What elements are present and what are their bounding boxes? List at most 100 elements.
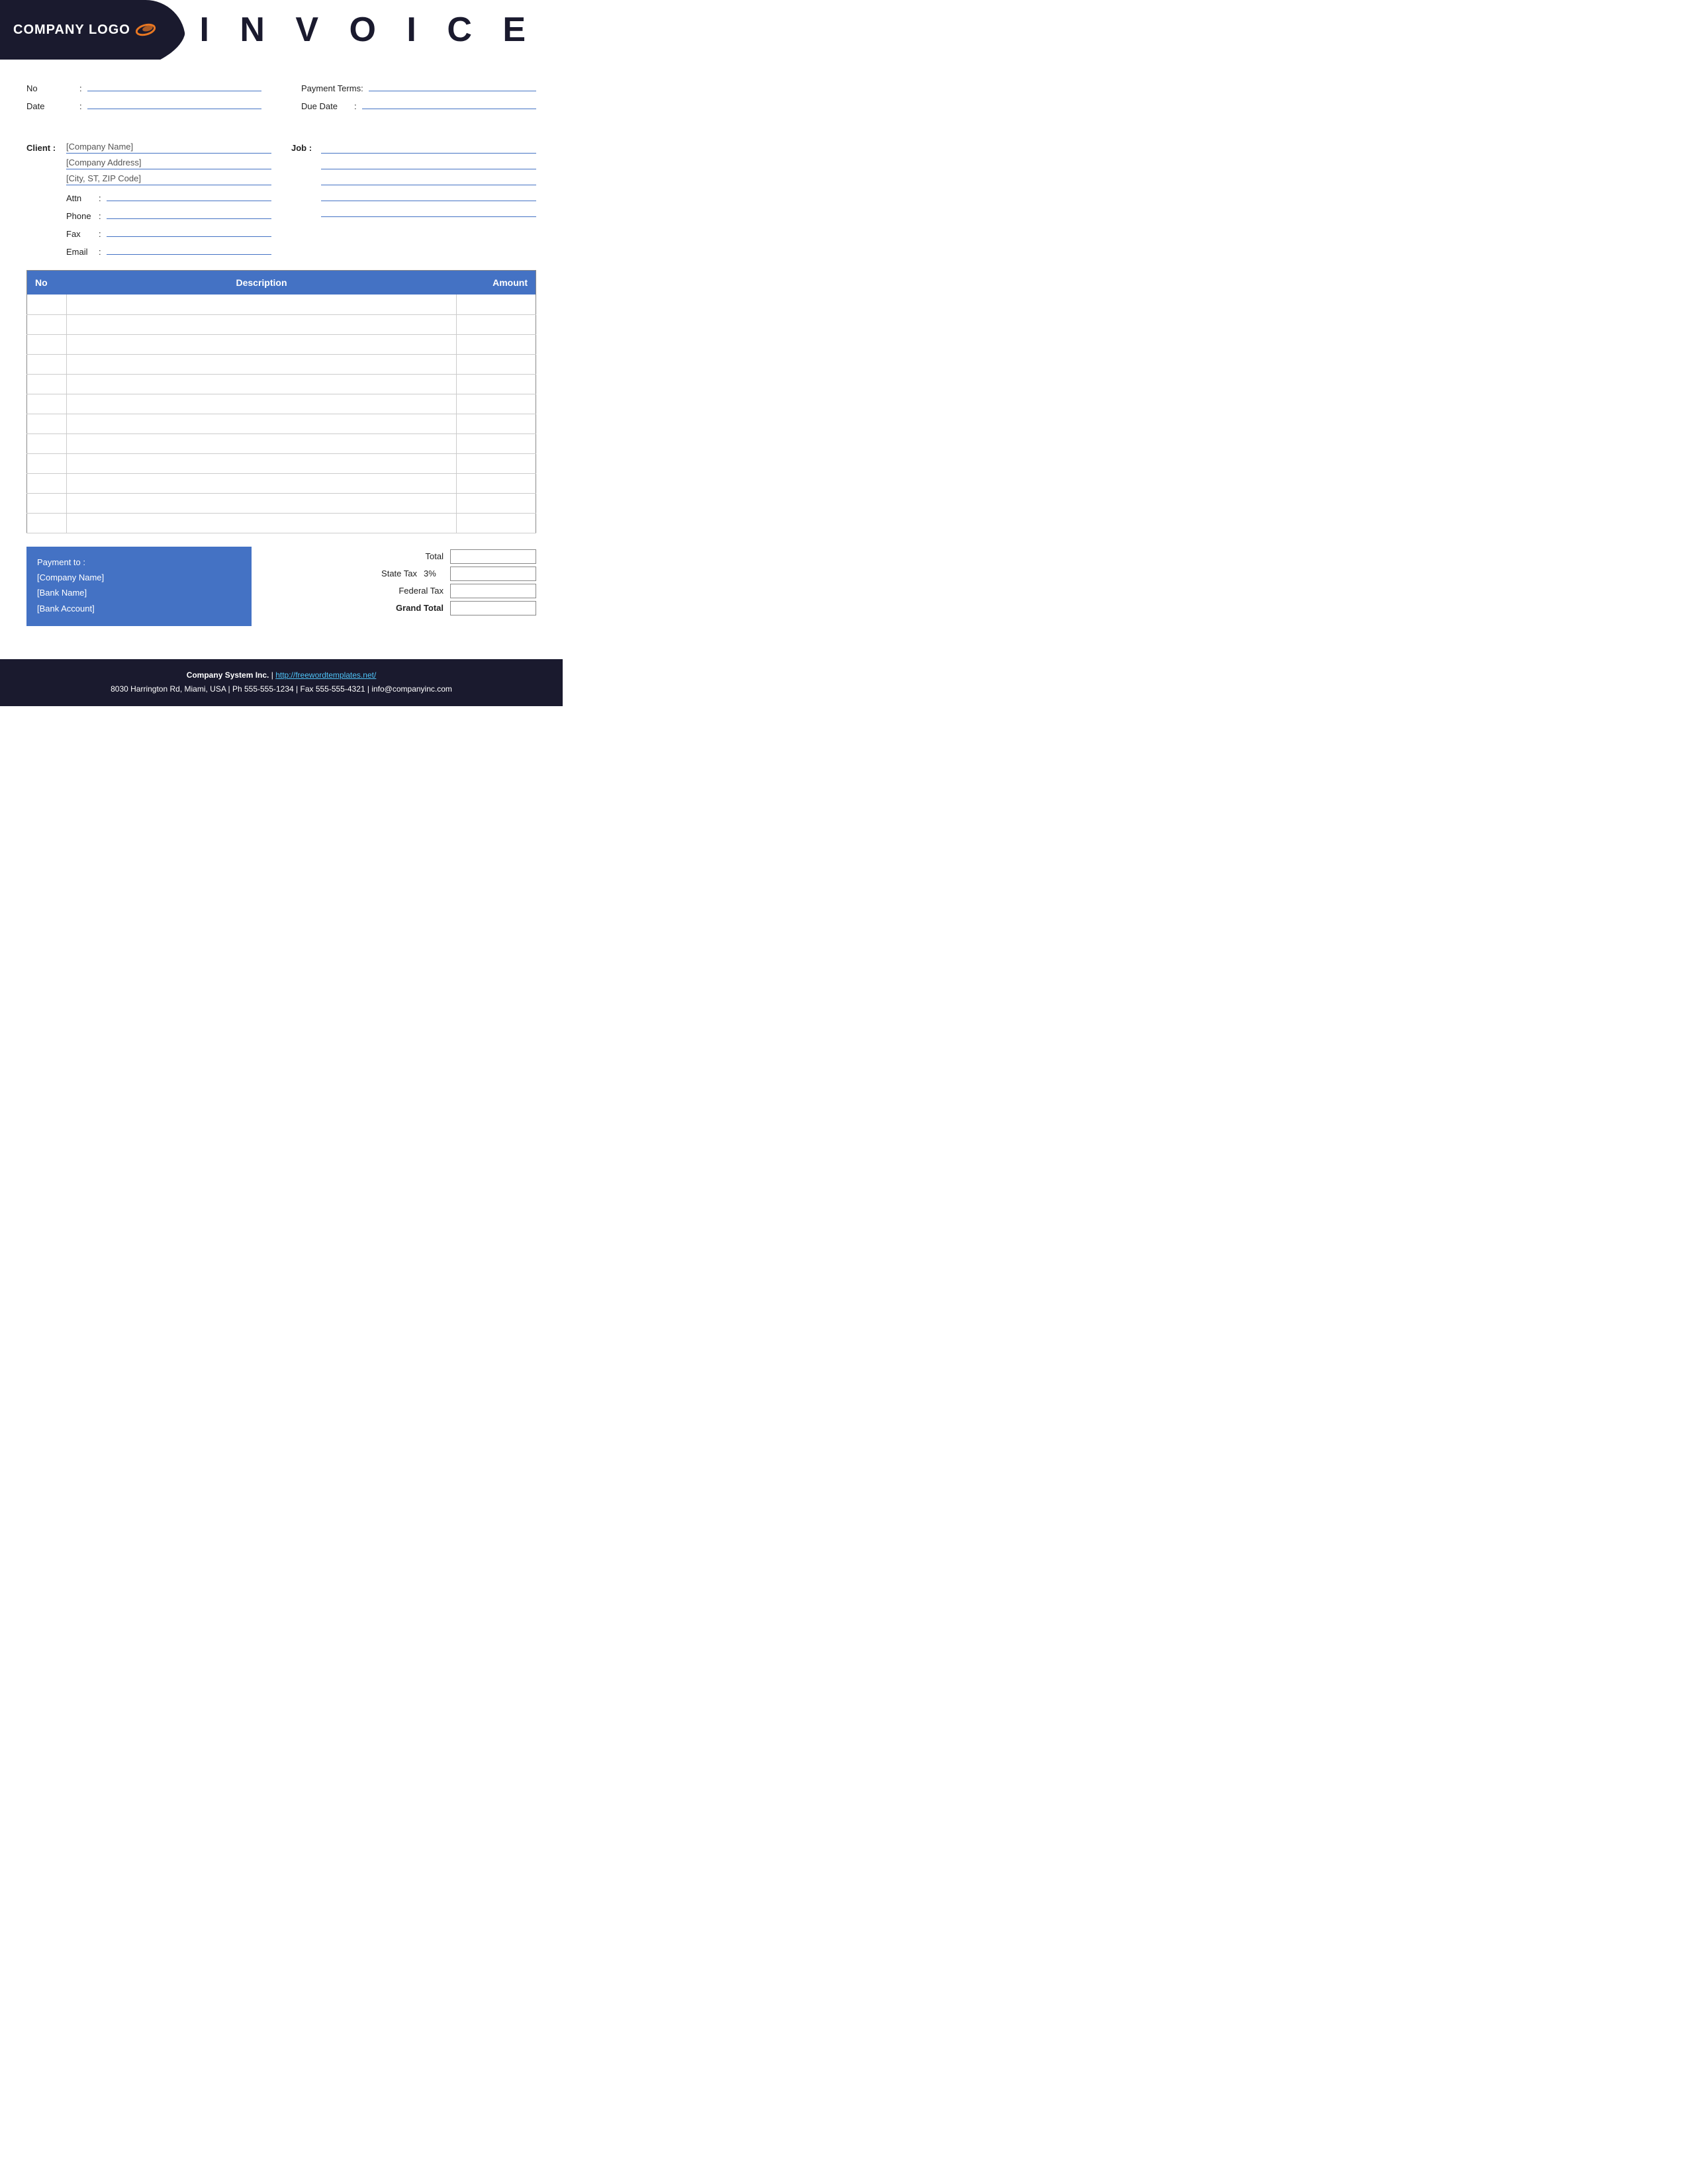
state-tax-input[interactable] [450,567,536,581]
client-phone-colon: : [99,211,101,221]
row-no[interactable] [27,414,67,433]
row-amount[interactable] [457,394,536,414]
client-phone-row: Phone : [66,207,271,221]
client-company-name[interactable]: [Company Name] [66,142,271,154]
row-description[interactable] [67,334,457,354]
job-line-1[interactable] [321,142,536,154]
grand-total-input[interactable] [450,601,536,615]
row-amount[interactable] [457,453,536,473]
date-label: Date [26,101,79,111]
no-label: No [26,83,79,93]
row-description[interactable] [67,314,457,334]
client-attn-colon: : [99,193,101,203]
client-city[interactable]: [City, ST, ZIP Code] [66,173,271,185]
client-fax-value[interactable] [107,225,271,237]
client-label: Client : [26,142,60,257]
row-amount[interactable] [457,433,536,453]
payment-bank-name: [Bank Name] [37,585,241,600]
row-amount[interactable] [457,374,536,394]
table-row [27,433,536,453]
federal-tax-row: Federal Tax [265,584,536,598]
payment-title: Payment to : [37,555,241,570]
client-fax-row: Fax : [66,225,271,239]
row-no[interactable] [27,334,67,354]
client-address[interactable]: [Company Address] [66,158,271,169]
no-input[interactable] [87,79,261,91]
row-amount[interactable] [457,414,536,433]
col-description-header: Description [67,271,457,295]
federal-tax-label: Federal Tax [371,586,444,596]
no-colon: : [79,83,82,93]
footer: Company System Inc. | http://freewordtem… [0,659,563,706]
table-row [27,493,536,513]
row-no[interactable] [27,354,67,374]
table-row [27,473,536,493]
invoice-title-area: I N V O I C E [185,0,563,60]
table-header-row: No Description Amount [27,271,536,295]
row-no[interactable] [27,493,67,513]
state-tax-row: State Tax 3% [265,567,536,581]
invoice-table-wrapper: No Description Amount [0,270,563,533]
total-row: Total [265,549,536,564]
footer-website[interactable]: http://freewordtemplates.net/ [275,670,376,680]
row-description[interactable] [67,453,457,473]
row-description[interactable] [67,493,457,513]
row-description[interactable] [67,295,457,314]
row-description[interactable] [67,433,457,453]
payment-terms-field: Payment Terms : [301,79,536,93]
date-field: Date : [26,97,261,111]
client-email-value[interactable] [107,243,271,255]
row-amount[interactable] [457,473,536,493]
row-no[interactable] [27,394,67,414]
row-no[interactable] [27,513,67,533]
payment-company-name: [Company Name] [37,570,241,585]
job-label: Job : [291,142,314,257]
header: COMPANY LOGO I N V O I C E [0,0,563,60]
row-description[interactable] [67,414,457,433]
client-email-label: Email [66,247,96,257]
row-amount[interactable] [457,295,536,314]
client-address-row: [Company Address] [66,158,271,169]
table-row [27,394,536,414]
col-no-header: No [27,271,67,295]
row-amount[interactable] [457,354,536,374]
grand-total-label: Grand Total [371,603,444,613]
job-line-3[interactable] [321,173,536,185]
row-no[interactable] [27,314,67,334]
row-amount[interactable] [457,334,536,354]
row-description[interactable] [67,374,457,394]
client-phone-value[interactable] [107,207,271,219]
row-no[interactable] [27,433,67,453]
form-row-1: No : Payment Terms : [26,79,536,93]
row-no[interactable] [27,295,67,314]
row-description[interactable] [67,394,457,414]
row-amount[interactable] [457,493,536,513]
client-city-row: [City, ST, ZIP Code] [66,173,271,185]
payment-terms-colon: : [361,83,363,93]
table-row [27,513,536,533]
col-amount-header: Amount [457,271,536,295]
row-amount[interactable] [457,513,536,533]
client-fax-label: Fax [66,229,96,239]
row-description[interactable] [67,513,457,533]
row-amount[interactable] [457,314,536,334]
row-description[interactable] [67,473,457,493]
payment-terms-input[interactable] [369,79,536,91]
client-attn-label: Attn [66,193,96,203]
job-line-2[interactable] [321,158,536,169]
row-no[interactable] [27,473,67,493]
row-no[interactable] [27,453,67,473]
client-email-row: Email : [66,243,271,257]
total-label: Total [371,551,444,561]
total-input[interactable] [450,549,536,564]
date-input[interactable] [87,97,261,109]
job-line-5[interactable] [321,205,536,217]
client-attn-value[interactable] [107,189,271,201]
footer-line-1: Company System Inc. | http://freewordtem… [13,668,549,683]
federal-tax-input[interactable] [450,584,536,598]
row-no[interactable] [27,374,67,394]
row-description[interactable] [67,354,457,374]
job-line-4[interactable] [321,189,536,201]
logo-icon [136,23,156,37]
due-date-input[interactable] [362,97,536,109]
